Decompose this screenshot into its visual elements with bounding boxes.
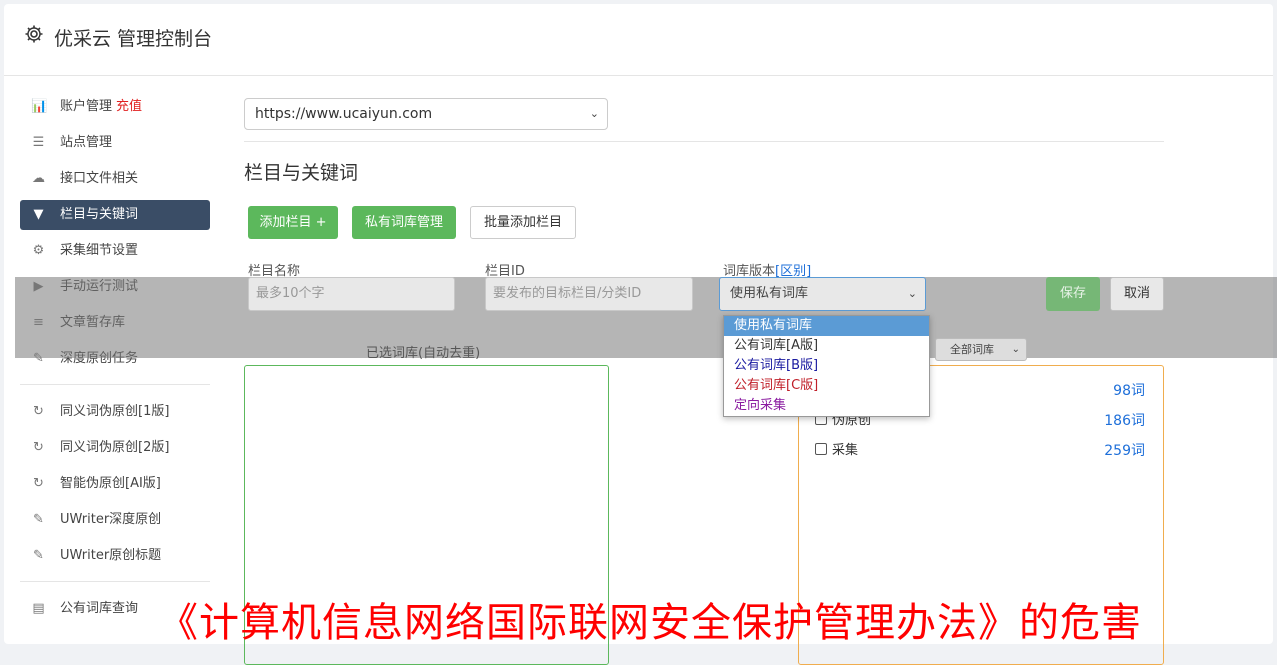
book-icon: ▤ — [32, 601, 45, 616]
app-title: 优采云 管理控制台 — [54, 28, 213, 50]
sidebar-item-label: 接口文件相关 — [60, 171, 139, 186]
chevron-down-icon: ⌄ — [589, 107, 599, 120]
sidebar-divider — [20, 384, 210, 385]
bar-chart-icon: 📊 — [31, 99, 48, 114]
sidebar-item-label: UWriter深度原创 — [60, 512, 162, 527]
private-library-button[interactable]: 私有词库管理 — [352, 206, 456, 239]
sidebar-item[interactable]: ☰ 站点管理 — [20, 128, 210, 158]
divider — [244, 141, 1164, 142]
dropdown-option[interactable]: 公有词库[A版] — [724, 336, 929, 356]
library-row-count: 186词 — [1104, 413, 1145, 429]
sidebar-item[interactable]: ▼ 栏目与关键词 — [20, 200, 210, 230]
gear-icon — [25, 25, 43, 43]
sidebar-item[interactable]: ✎ UWriter原创标题 — [20, 541, 210, 571]
sidebar-item-label: 公有词库查询 — [60, 601, 139, 616]
dropdown-option[interactable]: 使用私有词库 — [724, 316, 929, 336]
all-library-value: 全部词库 — [950, 343, 994, 356]
sidebar-item[interactable]: ↻ 同义词伪原创[2版] — [20, 433, 210, 463]
sidebar-item-label: 智能伪原创[AI版] — [60, 476, 161, 491]
refresh-icon: ↻ — [33, 404, 44, 419]
sidebar-item-label: 站点管理 — [60, 135, 113, 150]
edit-icon: ✎ — [33, 548, 44, 563]
watermark-text: 《计算机信息网络国际联网安全保护管理办法》的危害 — [158, 600, 1142, 646]
library-version-value: 使用私有词库 — [730, 286, 809, 301]
dropdown-option[interactable]: 公有词库[B版] — [724, 356, 929, 376]
sidebar-item[interactable]: ↻ 智能伪原创[AI版] — [20, 469, 210, 499]
library-row-count: 98词 — [1113, 383, 1145, 399]
chevron-down-icon: ⌄ — [907, 287, 917, 300]
top-bar: 优采云 管理控制台 — [4, 4, 1273, 76]
sidebar-divider — [20, 581, 210, 582]
sidebar-item-label: 同义词伪原创[1版] — [60, 404, 170, 419]
sidebar-item[interactable]: 📊 账户管理 充值 — [20, 92, 210, 122]
column-name-input[interactable]: 最多10个字 — [248, 277, 455, 311]
batch-add-column-button[interactable]: 批量添加栏目 — [470, 206, 576, 239]
refresh-icon: ↻ — [33, 476, 44, 491]
site-select[interactable]: https://www.ucaiyun.com ⌄ — [244, 98, 608, 130]
sidebar: 📊账户管理充值☰站点管理☁接口文件相关▼栏目与关键词⚙采集细节设置▶手动运行测试… — [20, 92, 210, 630]
column-id-input[interactable]: 要发布的目标栏目/分类ID — [485, 277, 693, 311]
sidebar-item-label: 账户管理 — [60, 99, 113, 114]
server-icon: ☰ — [32, 135, 45, 150]
library-version-dropdown: 使用私有词库 公有词库[A版] 公有词库[B版] 公有词库[C版] 定向采集 — [723, 315, 930, 417]
refresh-icon: ↻ — [33, 440, 44, 455]
recharge-link[interactable]: 充值 — [116, 99, 142, 114]
dropdown-option[interactable]: 公有词库[C版] — [724, 376, 929, 396]
sidebar-item-label: 同义词伪原创[2版] — [60, 440, 170, 455]
library-row-label: 采集 — [832, 443, 859, 458]
sidebar-item-label: 采集细节设置 — [60, 243, 139, 258]
sidebar-item-label: 栏目与关键词 — [60, 207, 139, 222]
cancel-button[interactable]: 取消 — [1110, 277, 1164, 311]
sidebar-item-label: UWriter原创标题 — [60, 548, 162, 563]
dropdown-option[interactable]: 定向采集 — [724, 396, 929, 416]
cogs-icon: ⚙ — [32, 243, 45, 258]
sidebar-item[interactable]: ↻ 同义词伪原创[1版] — [20, 397, 210, 427]
selected-library-label: 已选词库(自动去重) — [366, 346, 481, 361]
sidebar-item[interactable]: ☁ 接口文件相关 — [20, 164, 210, 194]
page-title: 栏目与关键词 — [244, 162, 359, 184]
sidebar-item[interactable]: ✎ UWriter深度原创 — [20, 505, 210, 535]
site-select-value: https://www.ucaiyun.com — [255, 106, 433, 122]
add-column-button[interactable]: 添加栏目 + — [248, 206, 338, 239]
filter-icon: ▼ — [33, 207, 44, 222]
all-library-select[interactable]: 全部词库 ⌄ — [935, 338, 1027, 361]
cloud-upload-icon: ☁ — [32, 171, 45, 186]
library-version-select[interactable]: 使用私有词库 ⌄ — [719, 277, 926, 311]
checkbox[interactable] — [815, 443, 827, 455]
edit-icon: ✎ — [33, 512, 44, 527]
sidebar-item[interactable]: ⚙ 采集细节设置 — [20, 236, 210, 266]
chevron-down-icon: ⌄ — [1011, 344, 1020, 355]
library-row-count: 259词 — [1104, 443, 1145, 459]
library-row[interactable]: 采集 259词 — [815, 441, 1145, 461]
save-button[interactable]: 保存 — [1046, 277, 1100, 311]
